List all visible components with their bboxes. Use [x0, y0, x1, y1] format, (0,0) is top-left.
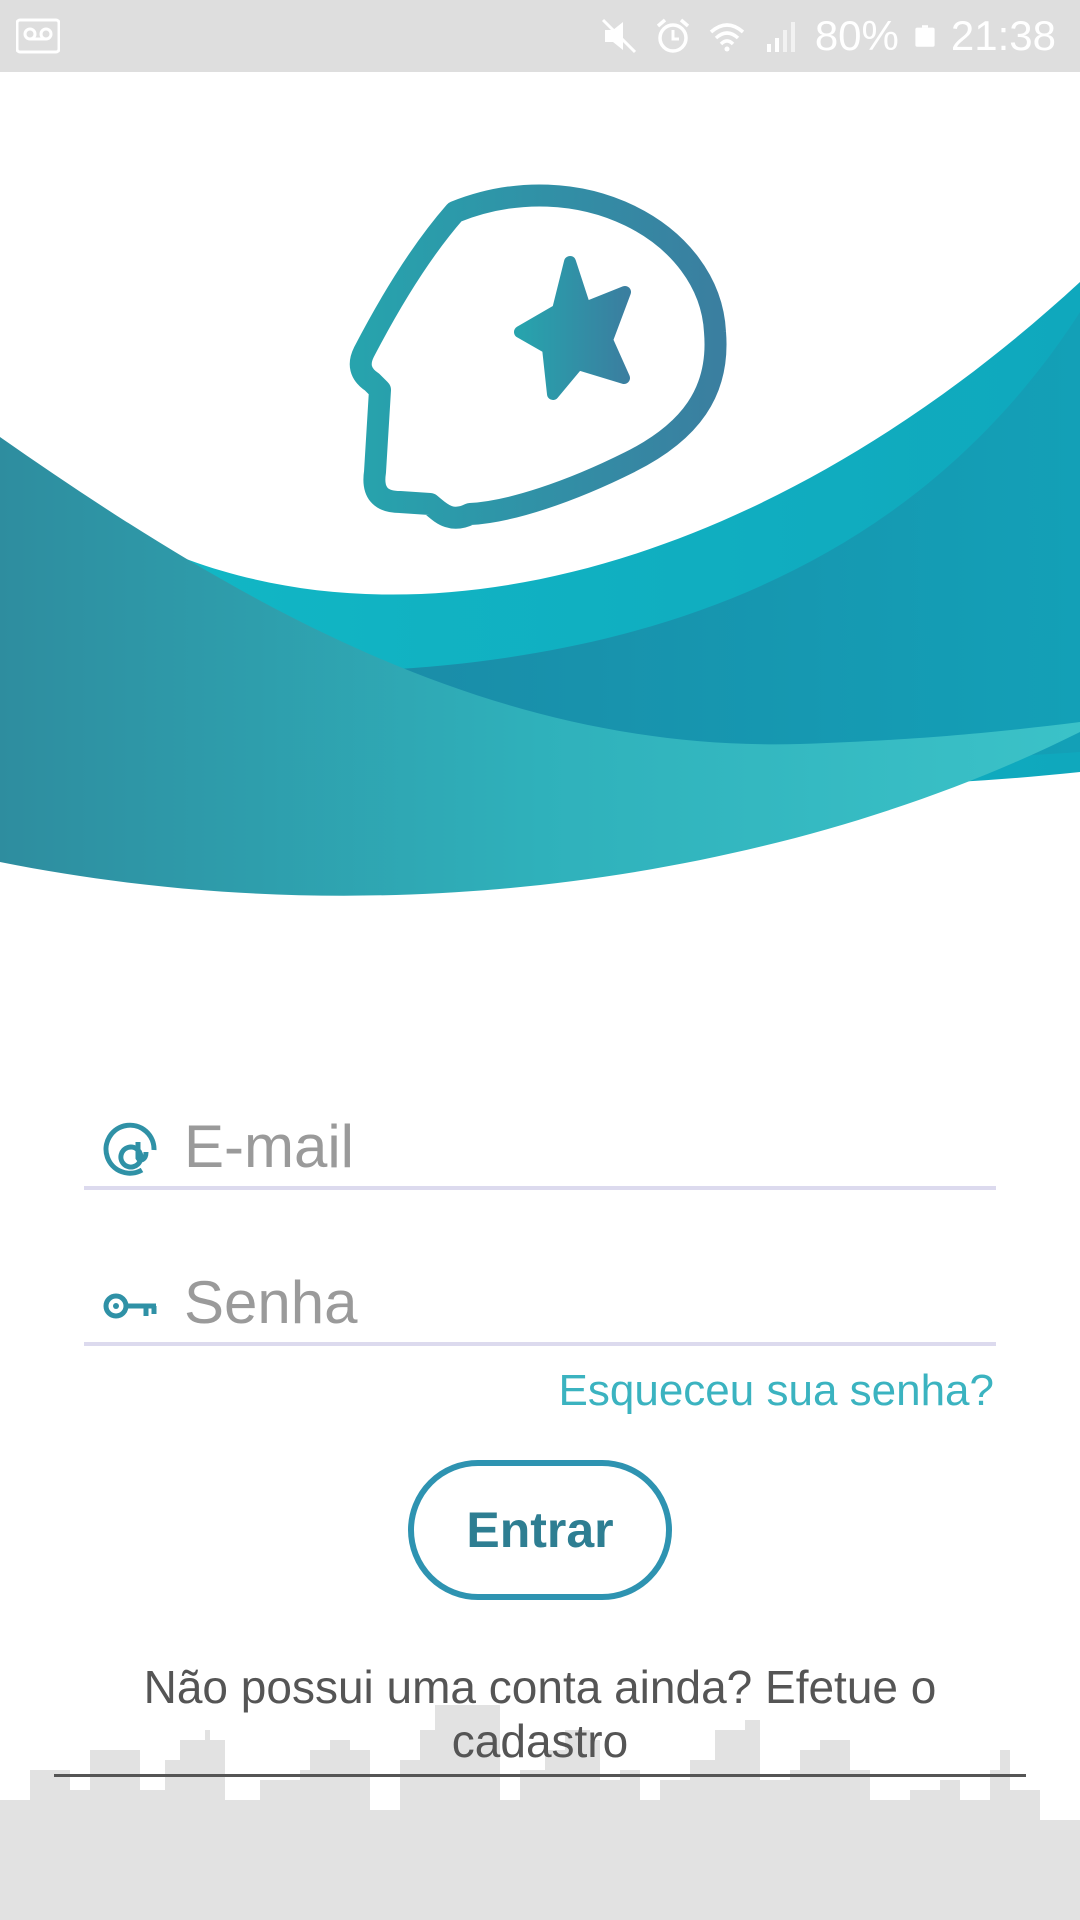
- brain-star-logo: [349, 184, 727, 529]
- password-input[interactable]: [184, 1262, 984, 1342]
- signal-icon: [766, 22, 795, 52]
- login-button[interactable]: Entrar: [408, 1460, 672, 1600]
- clock: 21:38: [950, 12, 1056, 59]
- alarm-icon: [656, 18, 689, 53]
- battery-percent: 80%: [814, 12, 899, 59]
- status-icons: 80% 21:38: [599, 0, 1056, 72]
- battery-icon: [915, 25, 935, 47]
- hero-wave-banner: [0, 184, 1080, 896]
- wifi-icon: [709, 23, 744, 52]
- forgot-password-link[interactable]: Esqueceu sua senha?: [559, 1366, 994, 1416]
- email-field[interactable]: [84, 1106, 996, 1190]
- register-link[interactable]: Não possui uma conta ainda? Efetue o cad…: [54, 1660, 1026, 1777]
- key-icon: [103, 1293, 157, 1319]
- email-input[interactable]: [184, 1106, 984, 1186]
- password-field[interactable]: [84, 1262, 996, 1346]
- status-bar: 80% 21:38: [0, 0, 1080, 72]
- at-icon: [103, 1122, 157, 1176]
- voicemail-icon: [16, 18, 60, 54]
- mute-icon: [601, 18, 636, 54]
